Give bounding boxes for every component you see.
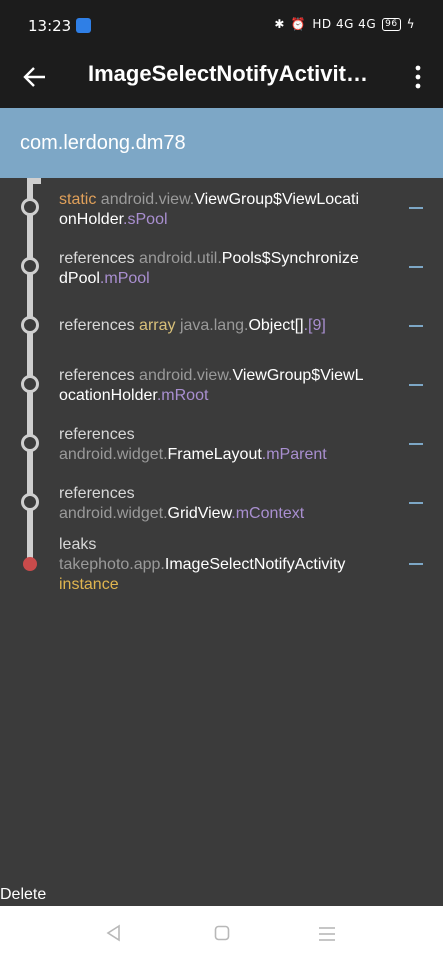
trace-prefix: references: [59, 426, 135, 443]
trace-prefix: references: [59, 317, 135, 334]
trace-package: android.view.: [100, 191, 195, 208]
trace-package: android.util.: [139, 250, 222, 267]
collapse-icon[interactable]: [409, 207, 423, 209]
trace-prefix: references: [59, 250, 135, 267]
trace-field: .[9]: [303, 317, 326, 334]
trace-prefix: static: [59, 191, 97, 208]
collapse-icon[interactable]: [409, 325, 423, 327]
nav-back-icon[interactable]: [105, 924, 123, 942]
trace-class: ViewGroup$ViewL: [232, 367, 364, 384]
trace-class: ViewGroup$ViewLocati: [194, 191, 360, 208]
trace-row[interactable]: references android.widget.GridView.mCont…: [59, 484, 389, 524]
more-vert-icon[interactable]: [413, 65, 423, 89]
delete-button[interactable]: Delete: [0, 886, 46, 904]
package-name: com.lerdong.dm78: [20, 132, 186, 154]
alarm-icon: ⏰: [290, 17, 307, 31]
package-header: com.lerdong.dm78: [0, 108, 443, 178]
collapse-icon[interactable]: [409, 502, 423, 504]
battery-icon: 96: [382, 17, 401, 31]
page-title: ImageSelectNotifyActivit…: [88, 61, 368, 86]
trace-class: Pools$Synchronize: [221, 250, 359, 267]
trace-node: [21, 493, 39, 511]
charging-icon: ϟ: [406, 17, 415, 31]
network-indicator: HD 4G 4G: [312, 17, 377, 31]
trace-field: .mPool: [99, 270, 150, 287]
status-bar: 13:23 ✱ ⏰ HD 4G 4G 96 ϟ: [0, 0, 443, 48]
trace-row[interactable]: references android.widget.FrameLayout.mP…: [59, 425, 389, 465]
trace-row[interactable]: static android.view.ViewGroup$ViewLocati…: [59, 190, 389, 230]
trace-node: [21, 257, 39, 275]
leak-trace-list: static android.view.ViewGroup$ViewLocati…: [0, 178, 443, 890]
trace-keyword: array: [139, 317, 176, 334]
trace-node: [21, 198, 39, 216]
trace-package: android.widget.: [59, 505, 168, 522]
trace-node: [21, 375, 39, 393]
trace-row[interactable]: references array java.lang.Object[].[9]: [59, 316, 389, 336]
trace-row[interactable]: references android.util.Pools$Synchroniz…: [59, 249, 389, 289]
trace-package: takephoto.app.: [59, 556, 165, 573]
nav-home-icon[interactable]: [214, 925, 230, 941]
trace-prefix: references: [59, 485, 135, 502]
trace-class: FrameLayout: [167, 446, 262, 463]
navigation-bar: [0, 906, 443, 960]
leak-node: [23, 557, 37, 571]
trace-row[interactable]: references android.view.ViewGroup$ViewL …: [59, 366, 389, 406]
app-bar: ImageSelectNotifyActivit…: [0, 48, 443, 108]
trace-class: dPool: [59, 270, 100, 287]
trace-class: GridView: [167, 505, 232, 522]
trace-package: android.view.: [139, 367, 233, 384]
trace-prefix: references: [59, 367, 135, 384]
trace-field: .sPool: [123, 211, 168, 228]
trace-package: android.widget.: [59, 446, 168, 463]
trace-class: ocationHolder: [59, 387, 157, 404]
nav-menu-icon[interactable]: [318, 926, 336, 942]
trace-field: .mContext: [231, 505, 305, 522]
trace-prefix: leaks: [59, 536, 97, 553]
trace-class: onHolder: [59, 211, 124, 228]
status-indicators: ✱ ⏰ HD 4G 4G 96 ϟ: [274, 17, 415, 31]
trace-class: Object[]: [248, 317, 304, 334]
app-notification-icon: [76, 18, 91, 33]
back-arrow-icon[interactable]: [22, 64, 48, 90]
collapse-icon[interactable]: [409, 266, 423, 268]
trace-instance: instance: [59, 576, 119, 593]
trace-class: ImageSelectNotifyActivity: [164, 556, 346, 573]
collapse-icon[interactable]: [409, 384, 423, 386]
trace-row-leak[interactable]: leaks takephoto.app.ImageSelectNotifyAct…: [59, 535, 389, 595]
status-time: 13:23: [28, 17, 72, 35]
trace-node: [21, 316, 39, 334]
trace-node: [21, 434, 39, 452]
trace-package: java.lang.: [179, 317, 249, 334]
trace-field: .mParent: [261, 446, 327, 463]
collapse-icon[interactable]: [409, 443, 423, 445]
trace-field: .mRoot: [156, 387, 209, 404]
bluetooth-icon: ✱: [274, 17, 285, 31]
collapse-icon[interactable]: [409, 563, 423, 565]
